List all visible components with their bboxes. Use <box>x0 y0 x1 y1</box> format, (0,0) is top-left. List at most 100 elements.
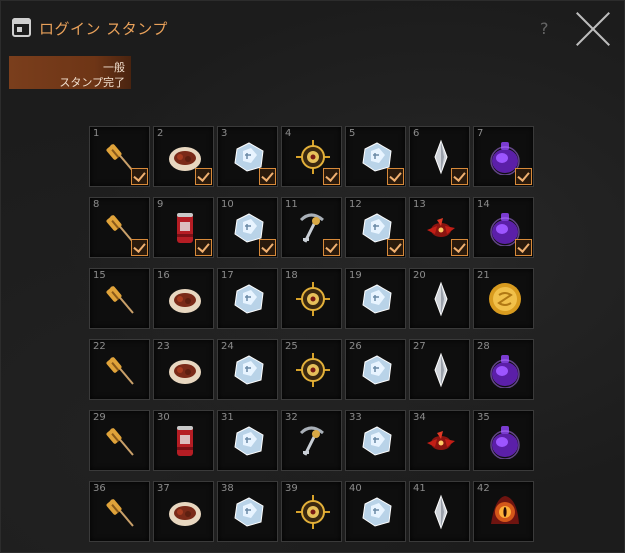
stamp-day-number: 26 <box>349 341 362 352</box>
stamp-grid: 1 2 3 4 5 6 7 8 9 10 11 12 13 14 15 16 17 18 19 20 21 22 23 24 2… <box>89 126 534 542</box>
checkmark-icon <box>451 239 468 256</box>
stamp-slot-27[interactable]: 27 <box>409 339 470 400</box>
stamp-slot-37[interactable]: 37 <box>153 481 214 542</box>
checkmark-icon <box>259 239 276 256</box>
stamp-day-number: 28 <box>477 341 490 352</box>
stamp-slot-16[interactable]: 16 <box>153 268 214 329</box>
tab-general[interactable]: 一般 スタンプ完了 <box>9 56 131 89</box>
stamp-day-number: 34 <box>413 412 426 423</box>
stamp-day-number: 13 <box>413 199 426 210</box>
stamp-day-number: 14 <box>477 199 490 210</box>
stamp-day-number: 11 <box>285 199 298 210</box>
purple-potion-icon <box>487 352 523 389</box>
stamp-day-number: 18 <box>285 270 298 281</box>
stamp-slot-35[interactable]: 35 <box>473 410 534 471</box>
checkmark-icon <box>323 239 340 256</box>
compass-icon <box>295 281 331 317</box>
stamp-slot-15[interactable]: 15 <box>89 268 150 329</box>
skewer-icon <box>103 352 139 388</box>
stamp-day-number: 37 <box>157 483 170 494</box>
stamp-slot-12[interactable]: 12 <box>345 197 406 258</box>
stamp-slot-9[interactable]: 9 <box>153 197 214 258</box>
stamp-slot-31[interactable]: 31 <box>217 410 278 471</box>
stamp-slot-17[interactable]: 17 <box>217 268 278 329</box>
stamp-slot-3[interactable]: 3 <box>217 126 278 187</box>
stamp-slot-41[interactable]: 41 <box>409 481 470 542</box>
stamp-day-number: 16 <box>157 270 170 281</box>
stamp-slot-30[interactable]: 30 <box>153 410 214 471</box>
checkmark-icon <box>515 239 532 256</box>
stamp-slot-26[interactable]: 26 <box>345 339 406 400</box>
stamp-slot-29[interactable]: 29 <box>89 410 150 471</box>
stamp-slot-4[interactable]: 4 <box>281 126 342 187</box>
help-button[interactable]: ? <box>540 19 549 38</box>
stamp-slot-32[interactable]: 32 <box>281 410 342 471</box>
tab-general-label: 一般 <box>103 61 125 74</box>
checkmark-icon <box>387 168 404 185</box>
stamp-slot-40[interactable]: 40 <box>345 481 406 542</box>
close-button[interactable] <box>575 9 613 47</box>
stamp-day-number: 42 <box>477 483 490 494</box>
stamp-slot-8[interactable]: 8 <box>89 197 150 258</box>
stamp-slot-22[interactable]: 22 <box>89 339 150 400</box>
stamp-day-number: 30 <box>157 412 170 423</box>
stamp-slot-28[interactable]: 28 <box>473 339 534 400</box>
stamp-day-number: 40 <box>349 483 362 494</box>
stamp-slot-20[interactable]: 20 <box>409 268 470 329</box>
calendar-icon <box>12 18 31 37</box>
stamp-slot-21[interactable]: 21 <box>473 268 534 329</box>
stamp-day-number: 4 <box>285 128 292 139</box>
stamp-slot-23[interactable]: 23 <box>153 339 214 400</box>
shard-icon <box>423 281 459 317</box>
stamp-slot-36[interactable]: 36 <box>89 481 150 542</box>
stamp-slot-11[interactable]: 11 <box>281 197 342 258</box>
stamp-slot-13[interactable]: 13 <box>409 197 470 258</box>
checkmark-icon <box>515 168 532 185</box>
stamp-slot-18[interactable]: 18 <box>281 268 342 329</box>
stamp-slot-38[interactable]: 38 <box>217 481 278 542</box>
stamp-day-number: 24 <box>221 341 234 352</box>
crystal-icon <box>359 281 395 317</box>
skewer-icon <box>103 494 139 530</box>
stamp-slot-7[interactable]: 7 <box>473 126 534 187</box>
checkmark-icon <box>387 239 404 256</box>
meat-plate-icon <box>167 352 203 388</box>
stamp-slot-24[interactable]: 24 <box>217 339 278 400</box>
fire-eye-icon <box>487 494 523 530</box>
stamp-slot-19[interactable]: 19 <box>345 268 406 329</box>
stamp-day-number: 38 <box>221 483 234 494</box>
stamp-day-number: 27 <box>413 341 426 352</box>
stamp-day-number: 9 <box>157 199 164 210</box>
compass-icon <box>295 352 331 388</box>
title-bar: ログイン スタンプ ? <box>1 1 625 47</box>
meat-plate-icon <box>167 281 203 317</box>
checkmark-icon <box>259 168 276 185</box>
stamp-day-number: 21 <box>477 270 490 281</box>
crystal-icon <box>231 494 267 530</box>
stamp-slot-14[interactable]: 14 <box>473 197 534 258</box>
compass-icon <box>295 494 331 530</box>
stamp-slot-1[interactable]: 1 <box>89 126 150 187</box>
stamp-day-number: 32 <box>285 412 298 423</box>
stamp-slot-33[interactable]: 33 <box>345 410 406 471</box>
checkmark-icon <box>195 239 212 256</box>
stamp-slot-42[interactable]: 42 <box>473 481 534 542</box>
stamp-slot-34[interactable]: 34 <box>409 410 470 471</box>
window-title: ログイン スタンプ <box>39 20 168 38</box>
checkmark-icon <box>451 168 468 185</box>
stamp-slot-10[interactable]: 10 <box>217 197 278 258</box>
stamp-day-number: 20 <box>413 270 426 281</box>
stamp-slot-25[interactable]: 25 <box>281 339 342 400</box>
checkmark-icon <box>323 168 340 185</box>
checkmark-icon <box>195 168 212 185</box>
meat-plate-icon <box>167 494 203 530</box>
stamp-slot-5[interactable]: 5 <box>345 126 406 187</box>
login-stamp-window: ログイン スタンプ ? 一般 スタンプ完了 1 2 3 4 5 6 7 8 9 10 11 12 13 1… <box>0 0 625 553</box>
stamp-day-number: 2 <box>157 128 164 139</box>
stamp-day-number: 19 <box>349 270 362 281</box>
shard-icon <box>423 352 459 388</box>
stamp-slot-39[interactable]: 39 <box>281 481 342 542</box>
stamp-slot-6[interactable]: 6 <box>409 126 470 187</box>
stamp-day-number: 3 <box>221 128 228 139</box>
stamp-slot-2[interactable]: 2 <box>153 126 214 187</box>
